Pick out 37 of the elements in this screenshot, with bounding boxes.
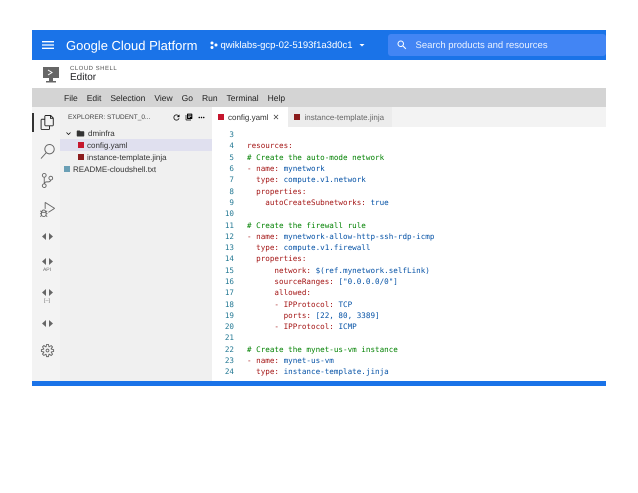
tree-item[interactable]: dminfra [60,127,212,139]
project-selector[interactable]: qwiklabs-gcp-02-5193f1a3d0c1 [210,39,368,51]
bug-icon [40,202,54,217]
diamond-arrows-icon [40,231,54,242]
refresh-icon[interactable] [172,112,181,122]
tree-item[interactable]: README-cloudshell.txt [60,163,212,175]
settings-icon [40,343,54,358]
menu-item[interactable]: Selection [110,92,146,102]
diamond-arrows-icon [40,287,54,298]
terminal-icon [42,66,60,82]
search-field[interactable]: Search products and resources [388,34,606,56]
menu-item[interactable]: View [154,92,173,102]
menu-item[interactable]: File [64,92,78,102]
menu-item[interactable]: Terminal [226,92,259,102]
menu-item[interactable]: Run [202,92,218,102]
file-icon [64,166,70,172]
project-icon [210,41,218,49]
folder-icon [76,128,85,138]
app-title: Google Cloud Platform [66,38,198,52]
diamond-arrows-icon [40,318,54,329]
menu-item[interactable]: Help [268,92,286,102]
menu-item[interactable]: Go [182,92,193,102]
editor-tab[interactable]: config.yaml [212,107,288,127]
close-icon[interactable] [272,113,280,121]
diamond-arrows-icon [40,256,54,267]
menu-item[interactable]: Edit [86,92,102,102]
tree-item[interactable]: config.yaml [60,139,212,151]
search-icon [396,39,408,51]
tree-item[interactable]: instance-template.jinja [60,151,212,163]
collapse-icon[interactable] [185,113,193,121]
branch-icon [40,173,54,188]
file-icon [218,114,224,120]
editor-tab[interactable]: instance-template.jinja [288,107,392,127]
file-icon [294,114,300,120]
page-title: Editor [70,72,98,82]
search-icon [40,144,54,159]
files-icon [40,115,54,130]
